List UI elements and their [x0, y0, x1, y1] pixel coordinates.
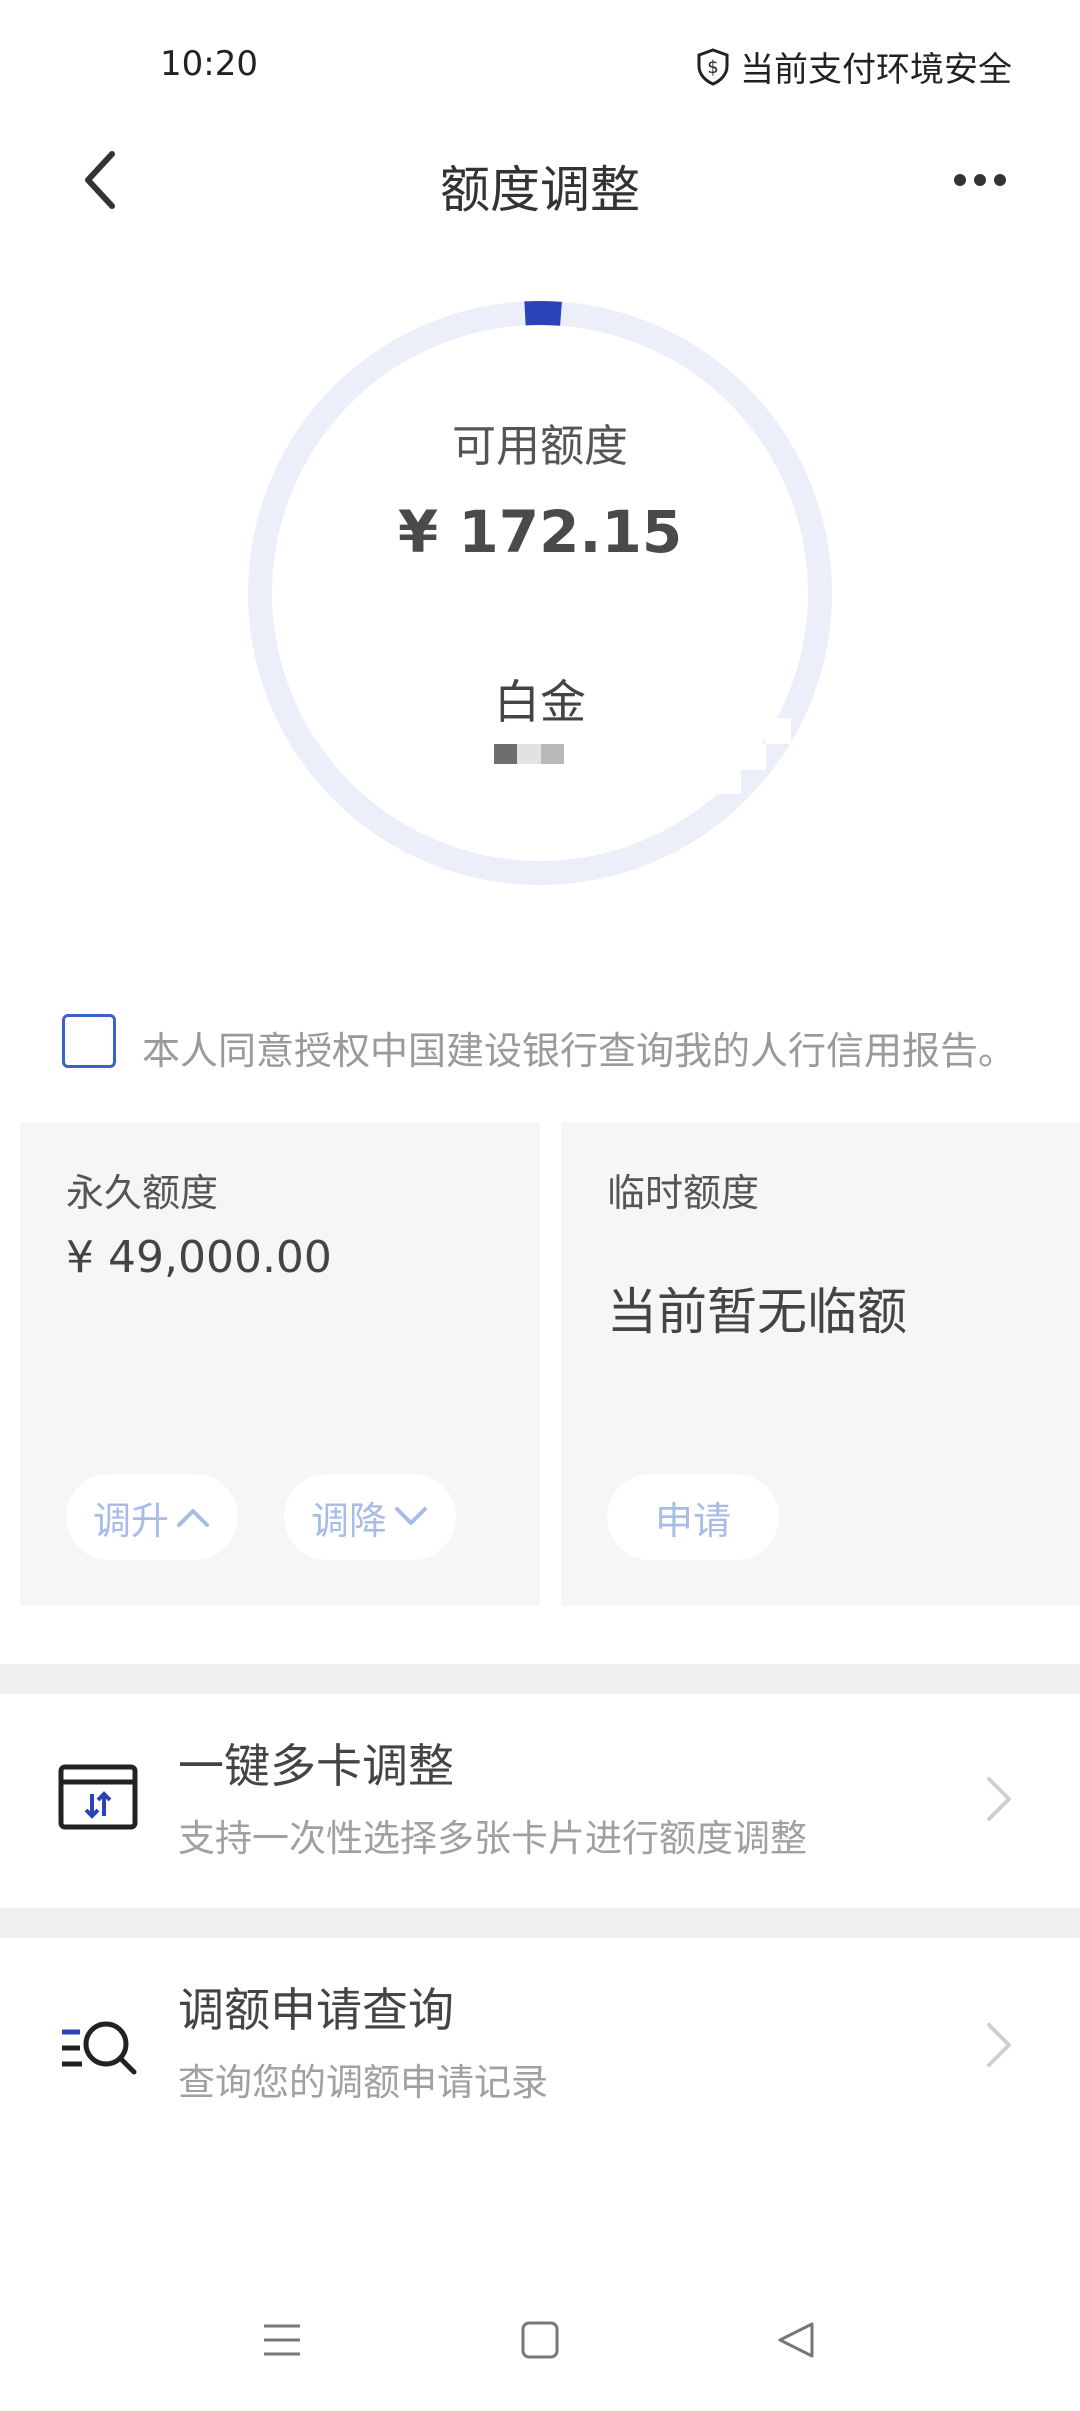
temporary-limit-title: 临时额度 [607, 1171, 760, 1215]
list-search-icon [62, 2021, 137, 2075]
permanent-limit-amount: ¥ 49,000.00 [66, 1232, 332, 1283]
card-transfer-icon [58, 1764, 138, 1830]
row-title: 调额申请查询 [178, 1983, 454, 2037]
back-icon[interactable] [776, 2320, 816, 2360]
available-credit-ring [248, 301, 832, 885]
svg-text:$: $ [707, 57, 718, 78]
multi-card-adjust-row[interactable]: 一键多卡调整 支持一次性选择多张卡片进行额度调整 [0, 1694, 1080, 1908]
masked-card-number [494, 744, 564, 764]
payment-security-indicator: $ 当前支付环境安全 [696, 42, 1012, 91]
chevron-right-icon [987, 1777, 1011, 1821]
available-credit-label: 可用额度 [452, 421, 628, 472]
row-subtitle: 支持一次性选择多张卡片进行额度调整 [178, 1817, 807, 1860]
apply-label: 申请 [654, 1498, 731, 1543]
status-time: 10:20 [160, 44, 258, 84]
home-icon[interactable] [520, 2320, 560, 2360]
section-divider [0, 1908, 1080, 1938]
row-title: 一键多卡调整 [178, 1739, 454, 1793]
credit-usage-arc [524, 301, 562, 326]
permanent-limit-card: 永久额度 ¥ 49,000.00 调升 调降 [20, 1122, 540, 1606]
chevron-right-icon [987, 2023, 1011, 2067]
limit-application-query-row[interactable]: 调额申请查询 查询您的调额申请记录 [0, 1938, 1080, 2152]
shield-dollar-icon: $ [697, 47, 729, 86]
card-tier: 白金 [494, 675, 586, 729]
menu-icon[interactable] [262, 2320, 302, 2360]
permanent-limit-title: 永久额度 [66, 1171, 219, 1215]
temporary-limit-status: 当前暂无临额 [607, 1283, 907, 1341]
available-credit-amount: ¥ 172.15 [397, 498, 683, 566]
more-options-icon[interactable] [950, 168, 1010, 192]
consent-text[interactable]: 本人同意授权中国建设银行查询我的人行信用报告。 [142, 1020, 1016, 1075]
increase-label: 调升 [92, 1498, 169, 1543]
security-text: 当前支付环境安全 [740, 50, 1012, 90]
apply-temporary-limit-button[interactable]: 申请 [607, 1474, 779, 1560]
temporary-limit-card: 临时额度 当前暂无临额 申请 [561, 1122, 1080, 1606]
decrease-limit-button[interactable]: 调降 [284, 1474, 456, 1560]
page-title: 额度调整 [440, 161, 640, 219]
chevron-up-icon [177, 1509, 209, 1527]
consent-checkbox[interactable] [62, 1014, 116, 1068]
chevron-down-icon [395, 1507, 427, 1525]
decrease-label: 调降 [310, 1498, 387, 1543]
row-subtitle: 查询您的调额申请记录 [178, 2061, 548, 2104]
section-divider [0, 1664, 1080, 1694]
increase-limit-button[interactable]: 调升 [66, 1474, 238, 1560]
